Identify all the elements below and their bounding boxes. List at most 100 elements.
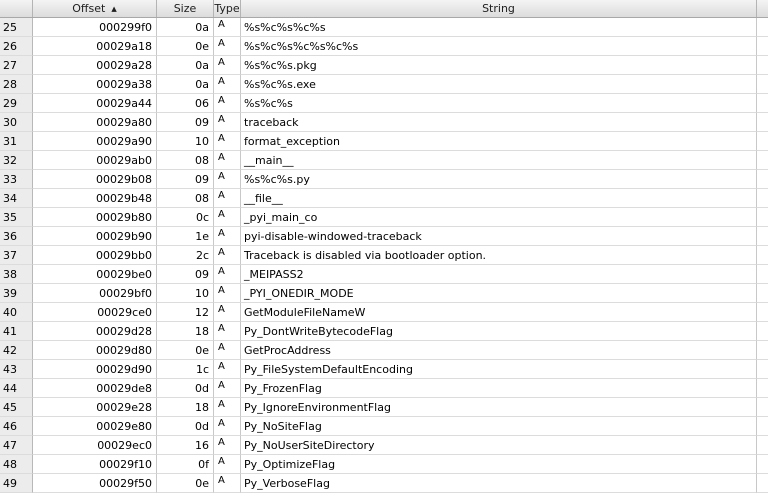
row-index-cell: 38	[0, 265, 33, 284]
column-header-offset[interactable]: Offset ▲	[33, 0, 157, 17]
type-cell: A	[214, 379, 241, 398]
table-row[interactable]: 39 00029bf0 10 A _PYI_ONEDIR_MODE	[0, 284, 768, 303]
row-index-cell: 46	[0, 417, 33, 436]
table-row[interactable]: 49 00029f50 0e A Py_VerboseFlag	[0, 474, 768, 493]
row-index-cell: 33	[0, 170, 33, 189]
string-cell: _PYI_ONEDIR_MODE	[241, 284, 757, 303]
column-header-size[interactable]: Size	[157, 0, 214, 17]
size-cell: 1e	[157, 227, 214, 246]
row-index-cell: 27	[0, 56, 33, 75]
offset-cell: 00029a90	[33, 132, 157, 151]
table-row[interactable]: 44 00029de8 0d A Py_FrozenFlag	[0, 379, 768, 398]
row-filler	[757, 265, 768, 284]
row-index-cell: 49	[0, 474, 33, 493]
row-index-cell: 43	[0, 360, 33, 379]
strings-table: Offset ▲ Size Type String 25 000299f0 0a A %s…	[0, 0, 768, 497]
row-filler	[757, 360, 768, 379]
offset-cell: 00029d28	[33, 322, 157, 341]
size-cell: 0e	[157, 474, 214, 493]
table-header: Offset ▲ Size Type String	[0, 0, 768, 18]
type-cell: A	[214, 56, 241, 75]
row-index-cell: 48	[0, 455, 33, 474]
row-index-cell: 36	[0, 227, 33, 246]
table-row[interactable]: 32 00029ab0 08 A __main__	[0, 151, 768, 170]
string-cell: Py_DontWriteBytecodeFlag	[241, 322, 757, 341]
type-cell: A	[214, 94, 241, 113]
column-header-type[interactable]: Type	[214, 0, 241, 17]
size-cell: 0c	[157, 208, 214, 227]
table-row[interactable]: 35 00029b80 0c A _pyi_main_co	[0, 208, 768, 227]
row-index-cell: 28	[0, 75, 33, 94]
string-cell: Traceback is disabled via bootloader opt…	[241, 246, 757, 265]
table-row[interactable]: 48 00029f10 0f A Py_OptimizeFlag	[0, 455, 768, 474]
table-row[interactable]: 46 00029e80 0d A Py_NoSiteFlag	[0, 417, 768, 436]
string-cell: format_exception	[241, 132, 757, 151]
column-header-offset-label: Offset	[72, 2, 106, 15]
string-cell: %s%c%s.pkg	[241, 56, 757, 75]
type-cell: A	[214, 341, 241, 360]
table-row[interactable]: 34 00029b48 08 A __file__	[0, 189, 768, 208]
size-cell: 1c	[157, 360, 214, 379]
sort-ascending-icon: ▲	[111, 5, 117, 13]
string-cell: Py_OptimizeFlag	[241, 455, 757, 474]
table-row[interactable]: 36 00029b90 1e Apyi-disable-windowed-traceb…	[0, 227, 768, 246]
offset-cell: 00029a28	[33, 56, 157, 75]
row-filler	[757, 398, 768, 417]
string-cell: %s%c%s	[241, 94, 757, 113]
offset-cell: 00029e28	[33, 398, 157, 417]
table-row[interactable]: 25 000299f0 0a A %s%c%s%c%s	[0, 18, 768, 37]
string-cell: __file__	[241, 189, 757, 208]
size-cell: 0d	[157, 417, 214, 436]
row-index-cell: 25	[0, 18, 33, 37]
string-cell: %s%c%s.exe	[241, 75, 757, 94]
string-cell: Py_FileSystemDefaultEncoding	[241, 360, 757, 379]
table-row[interactable]: 43 00029d90 1c A Py_FileSystemDefaultEncodin…	[0, 360, 768, 379]
table-row[interactable]: 31 00029a90 10 Aformat_exception	[0, 132, 768, 151]
size-cell: 0a	[157, 75, 214, 94]
offset-cell: 00029de8	[33, 379, 157, 398]
string-cell: Py_NoUserSiteDirectory	[241, 436, 757, 455]
offset-cell: 00029ab0	[33, 151, 157, 170]
table-row[interactable]: 26 00029a18 0e A %s%c%s%c%s%c%s	[0, 37, 768, 56]
string-cell: Py_VerboseFlag	[241, 474, 757, 493]
table-row[interactable]: 29 00029a44 06 A %s%c%s	[0, 94, 768, 113]
row-filler	[757, 474, 768, 493]
table-row[interactable]: 38 00029be0 09 A _MEIPASS2	[0, 265, 768, 284]
type-cell: A	[214, 417, 241, 436]
table-row[interactable]: 41 00029d28 18 A Py_DontWriteBytecodeFlag	[0, 322, 768, 341]
row-filler	[757, 455, 768, 474]
table-row[interactable]: 40 00029ce0 12 A GetModuleFileNameW	[0, 303, 768, 322]
table-row[interactable]: 33 00029b08 09 A %s%c%s.py	[0, 170, 768, 189]
size-cell: 10	[157, 284, 214, 303]
table-row[interactable]: 42 00029d80 0e A GetProcAddress	[0, 341, 768, 360]
offset-cell: 00029e80	[33, 417, 157, 436]
size-cell: 09	[157, 170, 214, 189]
offset-cell: 00029a38	[33, 75, 157, 94]
size-cell: 18	[157, 398, 214, 417]
row-filler	[757, 284, 768, 303]
row-filler	[757, 151, 768, 170]
string-cell: GetProcAddress	[241, 341, 757, 360]
row-index-cell: 40	[0, 303, 33, 322]
type-cell: A	[214, 436, 241, 455]
type-cell: A	[214, 151, 241, 170]
table-row[interactable]: 28 00029a38 0a A %s%c%s.exe	[0, 75, 768, 94]
row-index-cell: 39	[0, 284, 33, 303]
table-row[interactable]: 30 00029a80 09 Atraceback	[0, 113, 768, 132]
row-filler	[757, 75, 768, 94]
column-header-index[interactable]	[0, 0, 33, 17]
column-header-string[interactable]: String	[241, 0, 757, 17]
table-row[interactable]: 47 00029ec0 16 A Py_NoUserSiteDirectory	[0, 436, 768, 455]
row-index-cell: 35	[0, 208, 33, 227]
type-cell: A	[214, 113, 241, 132]
size-cell: 0e	[157, 341, 214, 360]
table-row[interactable]: 27 00029a28 0a A %s%c%s.pkg	[0, 56, 768, 75]
string-cell: __main__	[241, 151, 757, 170]
string-cell: %s%c%s%c%s%c%s	[241, 37, 757, 56]
string-cell: GetModuleFileNameW	[241, 303, 757, 322]
size-cell: 2c	[157, 246, 214, 265]
table-row[interactable]: 45 00029e28 18 A Py_IgnoreEnvironmentFlag	[0, 398, 768, 417]
type-cell: A	[214, 360, 241, 379]
offset-cell: 00029a80	[33, 113, 157, 132]
table-row[interactable]: 37 00029bb0 2c A Traceback is disabled via b…	[0, 246, 768, 265]
